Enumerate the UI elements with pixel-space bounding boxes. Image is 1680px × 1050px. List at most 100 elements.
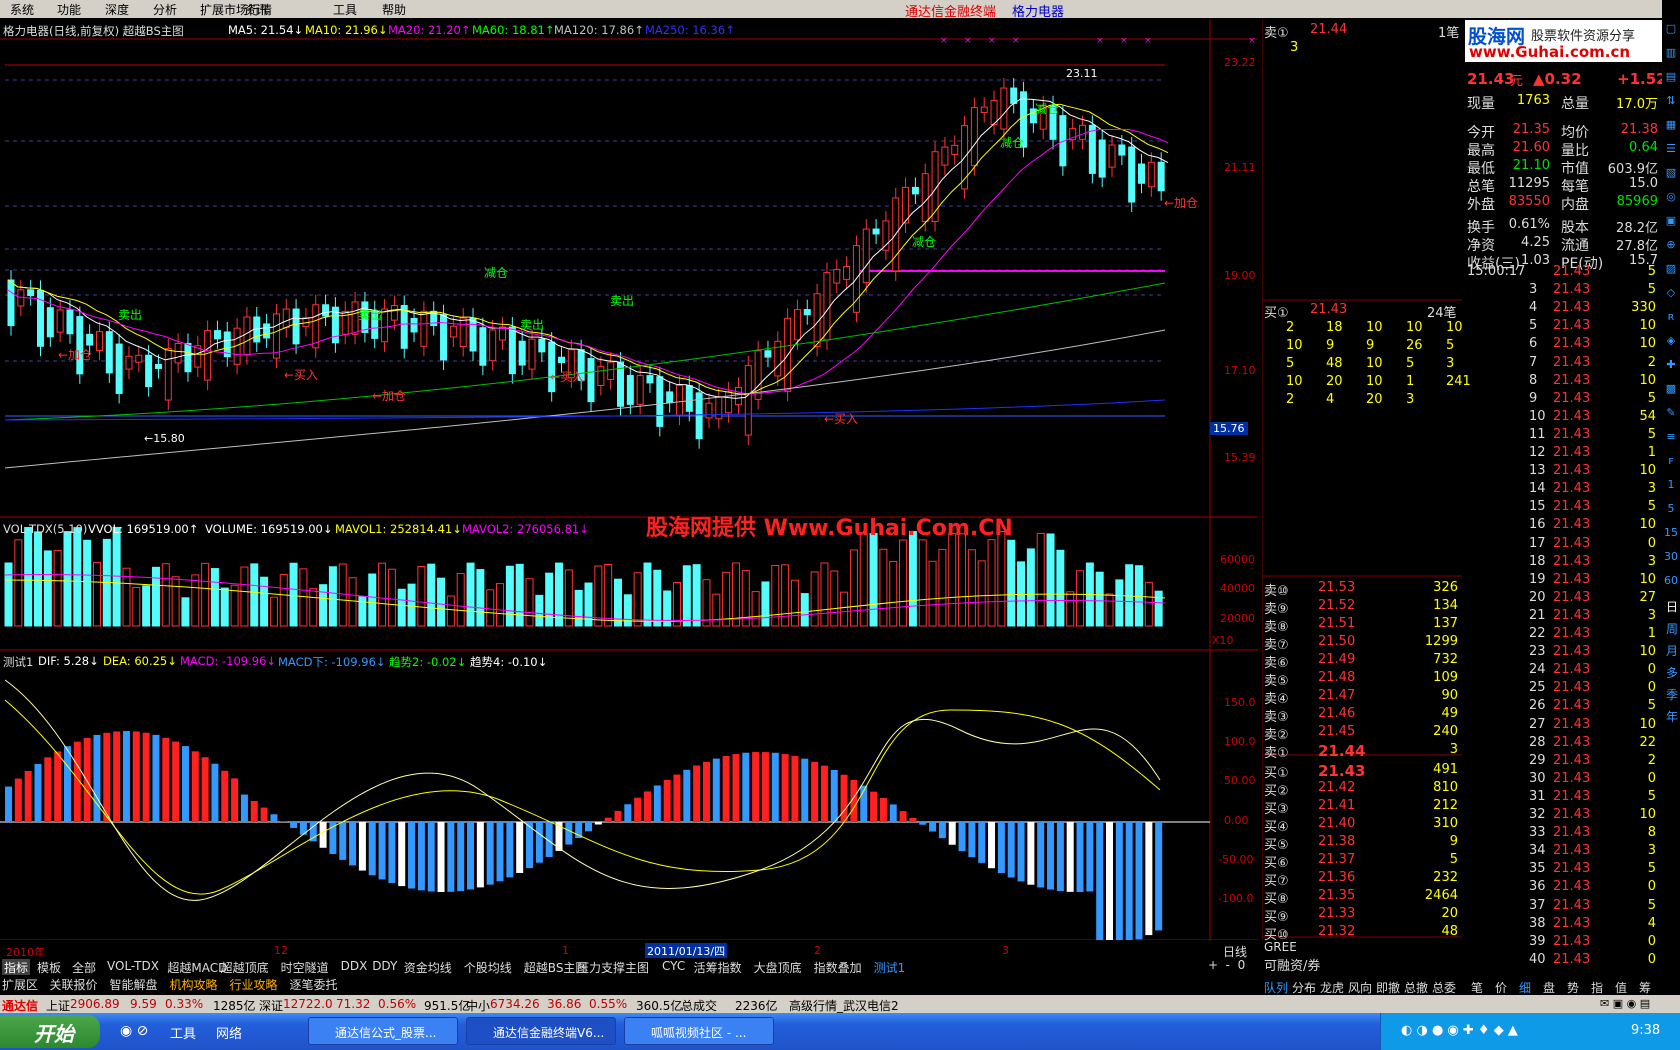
task-tdx[interactable]: 通达信金融终端V6... — [466, 1017, 616, 1045]
bid-level-row[interactable]: 买⑤ 21.38 9 — [1262, 834, 1462, 853]
toolbar-icon[interactable]: 15 — [1664, 526, 1678, 544]
indicator-tab[interactable]: 全部 — [72, 959, 96, 976]
toolbar-tools[interactable]: 工具 — [170, 1023, 196, 1042]
quote-tab[interactable]: 分布 — [1292, 979, 1316, 996]
quote-tab[interactable]: 总撤 — [1404, 979, 1428, 996]
tick-tab[interactable]: 值 — [1615, 979, 1627, 996]
ask-level-row[interactable]: 卖⑥ 21.49 732 — [1262, 652, 1462, 671]
indicator-tab[interactable]: 活筹指数 — [694, 959, 742, 976]
toolbar-icon[interactable]: ▥ — [1664, 46, 1678, 64]
ask-level-row[interactable]: 卖① 21.44 3 — [1262, 742, 1462, 761]
task-formula[interactable]: 通达信公式_股票... — [308, 1017, 458, 1045]
toolbar-icon[interactable]: ▢ — [1664, 22, 1678, 40]
period-button[interactable]: 日 — [1665, 598, 1679, 615]
bid-level-row[interactable]: 买③ 21.41 212 — [1262, 798, 1462, 817]
indicator-tab[interactable]: 超越顶底 — [221, 959, 269, 976]
menu-item-quote[interactable]: 分析 — [153, 1, 177, 18]
ask-level-row[interactable]: 卖⑧ 21.51 137 — [1262, 616, 1462, 635]
toolbar-icon[interactable]: ⊕ — [1664, 238, 1678, 256]
menu-item-depth[interactable]: 深度 — [105, 1, 129, 18]
toolbar-network[interactable]: 网络 — [216, 1023, 242, 1042]
toolbar-icon[interactable]: ▣ — [1664, 214, 1678, 232]
toolbar-icon[interactable]: ◈ — [1664, 334, 1678, 352]
quote-tab[interactable]: 风向 — [1348, 979, 1372, 996]
ask-level-row[interactable]: 卖⑩ 21.53 326 — [1262, 580, 1462, 599]
toolbar-icon[interactable]: 30 — [1664, 550, 1678, 568]
bid-level-row[interactable]: 买⑦ 21.36 232 — [1262, 870, 1462, 889]
quote-tab[interactable]: 龙虎 — [1320, 979, 1344, 996]
quote-tab[interactable]: 总委 — [1432, 979, 1456, 996]
ask-level-row[interactable]: 卖④ 21.47 90 — [1262, 688, 1462, 707]
toolbar-icon[interactable]: ▩ — [1664, 382, 1678, 400]
period-button[interactable]: 周 — [1665, 620, 1679, 637]
indicator-tab[interactable]: DDY — [372, 959, 397, 973]
tray-icons[interactable]: ◐ ◑ ● ◉ ✚ ♦ ◆ ▲ — [1401, 1023, 1518, 1038]
toolbar-icon[interactable]: 5 — [1664, 502, 1678, 520]
bid-level-row[interactable]: 买② 21.42 810 — [1262, 780, 1462, 799]
indicator-tab[interactable]: 超越MACD — [167, 959, 227, 976]
task-video[interactable]: 呱呱视频社区 - ... — [624, 1017, 774, 1045]
tick-tab[interactable]: 势 — [1567, 979, 1579, 996]
extension-tab[interactable]: 行业攻略 — [230, 976, 278, 993]
bid-level-row[interactable]: 买④ 21.40 310 — [1262, 816, 1462, 835]
toolbar-icon[interactable]: ◎ — [1664, 190, 1678, 208]
indicator-tab[interactable]: CYC — [662, 959, 685, 973]
indicator-tab[interactable]: 时空隧道 — [281, 959, 329, 976]
menu-item-system[interactable]: 系统 — [10, 1, 34, 18]
toolbar-icon[interactable]: ▤ — [1664, 70, 1678, 88]
period-button[interactable]: 季 — [1665, 686, 1679, 703]
tick-tab[interactable]: 盘 — [1543, 979, 1555, 996]
status-server[interactable]: 高级行情_武汉电信2 — [789, 997, 899, 1014]
toolbar-icon[interactable]: ☰ — [1664, 142, 1678, 160]
tick-tab[interactable]: 筹 — [1639, 979, 1651, 996]
bid-level-row[interactable]: 买⑥ 21.37 5 — [1262, 852, 1462, 871]
start-button[interactable]: 开始 — [0, 1015, 100, 1048]
ask-level-row[interactable]: 卖② 21.45 240 — [1262, 724, 1462, 743]
quote-tab[interactable]: 即撤 — [1376, 979, 1400, 996]
indicator-tab[interactable]: 资金均线 — [404, 959, 452, 976]
toolbar-icon[interactable]: ✎ — [1664, 406, 1678, 424]
indicator-tab[interactable]: DDX — [341, 959, 368, 973]
period-button[interactable]: 月 — [1665, 642, 1679, 659]
indicator-tab[interactable]: 指标 — [2, 959, 31, 976]
indicator-tab[interactable]: 个股均线 — [464, 959, 512, 976]
period-button[interactable]: 年 — [1665, 708, 1679, 725]
toolbar-icon[interactable]: 1 — [1664, 478, 1678, 496]
indicator-tab[interactable]: 大盘顶底 — [754, 959, 802, 976]
tick-tab[interactable]: 细 — [1519, 979, 1531, 996]
tick-tab[interactable]: 价 — [1495, 979, 1507, 996]
extension-tab[interactable]: 扩展区 — [2, 976, 38, 993]
bid-level-row[interactable]: 买⑨ 21.33 20 — [1262, 906, 1462, 925]
indicator-tab[interactable]: VOL-TDX — [107, 959, 159, 973]
indicator-tab[interactable]: 测试1 — [874, 959, 906, 976]
toolbar-icon[interactable]: ▨ — [1664, 262, 1678, 280]
ask-level-row[interactable]: 卖⑦ 21.50 1299 — [1262, 634, 1462, 653]
bid-level-row[interactable]: 买⑧ 21.35 2464 — [1262, 888, 1462, 907]
extension-tab[interactable]: 逐笔委托 — [290, 976, 338, 993]
toolbar-icon[interactable]: ✚ — [1664, 358, 1678, 376]
toolbar-icon[interactable]: ʀ — [1664, 310, 1678, 328]
margin-label[interactable]: 可融资/券 — [1264, 955, 1320, 974]
menu-item-tools[interactable]: 帮助 — [382, 1, 406, 18]
extension-tab[interactable]: 智能解盘 — [110, 976, 158, 993]
toolbar-icon[interactable]: 60 — [1664, 574, 1678, 592]
tick-tab[interactable]: 指 — [1591, 979, 1603, 996]
toolbar-icon[interactable]: ꜰ — [1664, 454, 1678, 472]
toolbar-icon[interactable]: ▧ — [1664, 166, 1678, 184]
bid-level-row[interactable]: 买① 21.43 491 — [1262, 762, 1462, 781]
menu-item-ext-market[interactable]: 资讯 — [244, 1, 268, 18]
quicklaunch-icon[interactable]: ◉ ⊘ — [120, 1023, 148, 1039]
ask-level-row[interactable]: 卖③ 21.46 49 — [1262, 706, 1462, 725]
tick-tab[interactable]: 笔 — [1471, 979, 1483, 996]
toolbar-icon[interactable]: ◇ — [1664, 286, 1678, 304]
toolbar-icon[interactable]: ⇅ — [1664, 94, 1678, 112]
extension-tab[interactable]: 机构攻略 — [170, 976, 218, 993]
kline-chart[interactable]: ×××××××××× 格力电器(日线,前复权) 超越BS主图 MA5: 21.5… — [0, 20, 1258, 959]
zoom-controls[interactable]: + - 0 — [1208, 958, 1245, 972]
extension-tab[interactable]: 关联报价 — [50, 976, 98, 993]
indicator-tab[interactable]: 模板 — [37, 959, 61, 976]
menu-item-function[interactable]: 功能 — [57, 1, 81, 18]
ask-level-row[interactable]: 卖⑨ 21.52 134 — [1262, 598, 1462, 617]
toolbar-icon[interactable]: ▦ — [1664, 118, 1678, 136]
ask-level-row[interactable]: 卖⑤ 21.48 109 — [1262, 670, 1462, 689]
